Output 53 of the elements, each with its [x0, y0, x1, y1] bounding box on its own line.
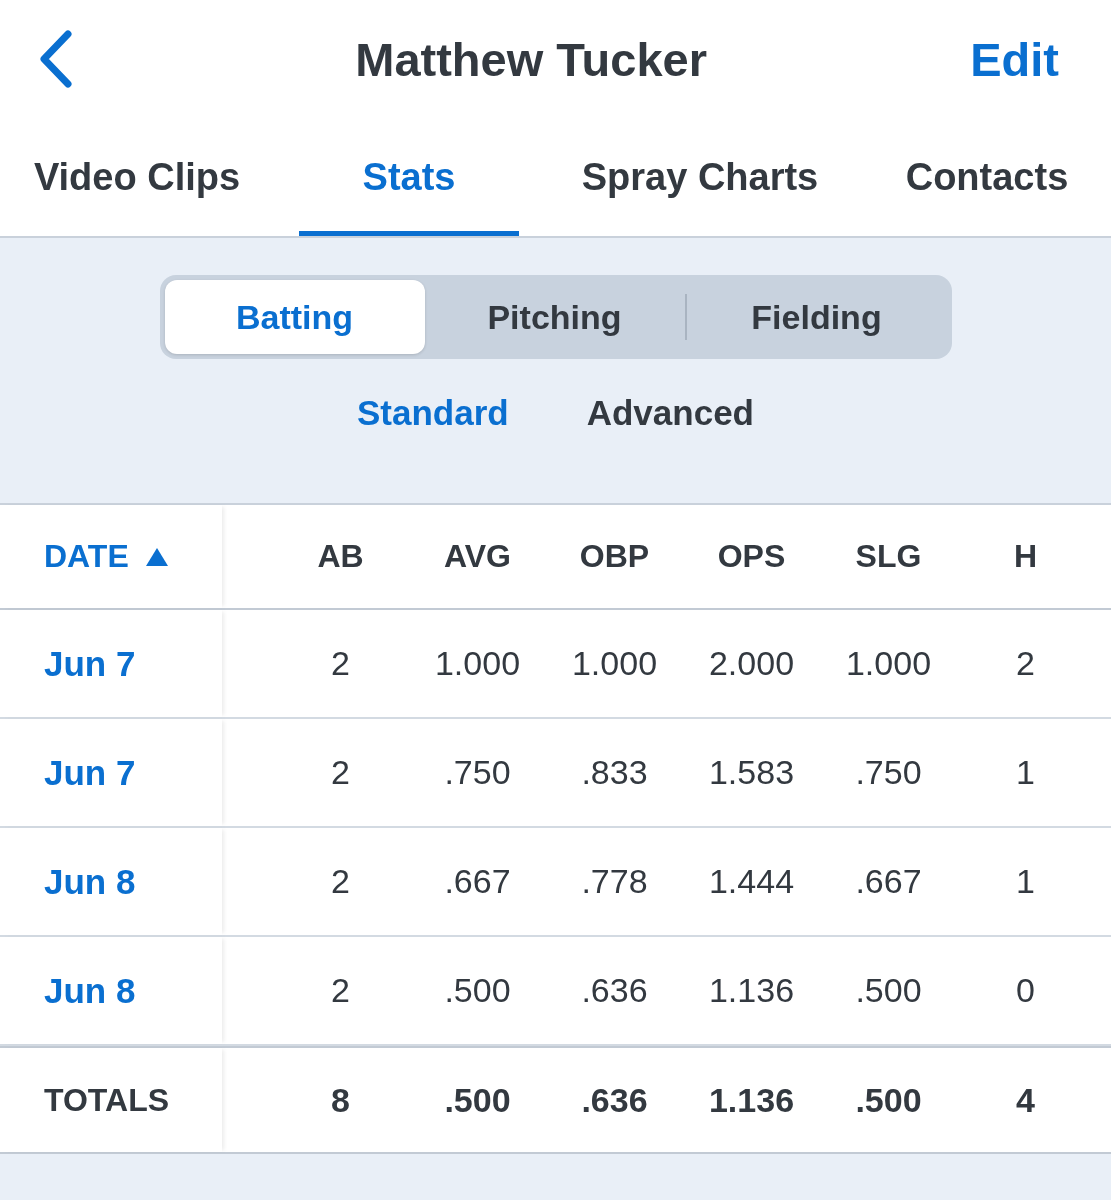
table-cell: 2.000	[708, 644, 795, 683]
table-cell: 2	[331, 862, 350, 901]
column-header[interactable]: SLG	[855, 538, 922, 575]
table-cell: .667	[444, 862, 511, 901]
segment[interactable]: Batting	[164, 280, 425, 354]
page-title: Matthew Tucker	[355, 31, 707, 87]
table-cell: 2	[331, 644, 350, 683]
edit-button[interactable]: Edit	[970, 31, 1059, 87]
date-link[interactable]: Jun 7	[44, 752, 136, 793]
table-cell: 2	[1016, 644, 1035, 683]
column-header[interactable]: AB	[317, 538, 364, 575]
subtab[interactable]: Standard	[357, 393, 509, 433]
column-header[interactable]: OPS	[717, 538, 786, 575]
table-cell: .500	[444, 971, 511, 1010]
segment[interactable]: Pitching	[424, 280, 685, 354]
table-cell: .667	[855, 862, 922, 901]
table-cell: 2	[331, 971, 350, 1010]
totals-cell: 8	[331, 1080, 350, 1120]
table-cell: 1.583	[708, 753, 795, 792]
table-cell: 1	[1016, 753, 1035, 792]
table-cell: .778	[581, 862, 648, 901]
table-cell: 1	[1016, 862, 1035, 901]
table-cell: 1.000	[434, 644, 521, 683]
date-link[interactable]: Jun 8	[44, 970, 136, 1011]
column-header[interactable]: DATE	[44, 538, 129, 575]
subtab[interactable]: Advanced	[586, 393, 754, 433]
tab[interactable]: Contacts	[867, 118, 1107, 236]
totals-cell: 1.136	[708, 1080, 795, 1120]
totals-cell: 4	[1016, 1080, 1035, 1120]
table-cell: 0	[1016, 971, 1035, 1010]
tab[interactable]: Spray Charts	[535, 118, 865, 236]
column-header[interactable]: AVG	[444, 538, 511, 575]
column-header[interactable]: OBP	[579, 538, 650, 575]
totals-cell: .636	[581, 1080, 648, 1120]
column-header[interactable]: H	[1013, 538, 1038, 575]
table-cell: .750	[855, 753, 922, 792]
back-icon[interactable]	[38, 30, 72, 88]
totals-label: TOTALS	[44, 1081, 170, 1119]
table-cell: .750	[444, 753, 511, 792]
segment[interactable]: Fielding	[686, 280, 947, 354]
table-cell: 2	[331, 753, 350, 792]
tab[interactable]: Video Clips	[0, 118, 274, 236]
date-link[interactable]: Jun 7	[44, 643, 136, 684]
table-cell: 1.444	[708, 862, 795, 901]
table-cell: 1.000	[845, 644, 932, 683]
totals-cell: .500	[444, 1080, 511, 1120]
table-cell: .636	[581, 971, 648, 1010]
table-cell: 1.136	[708, 971, 795, 1010]
table-cell: .833	[581, 753, 648, 792]
date-link[interactable]: Jun 8	[44, 861, 136, 902]
table-cell: .500	[855, 971, 922, 1010]
table-cell: 1.000	[571, 644, 658, 683]
totals-cell: .500	[855, 1080, 922, 1120]
